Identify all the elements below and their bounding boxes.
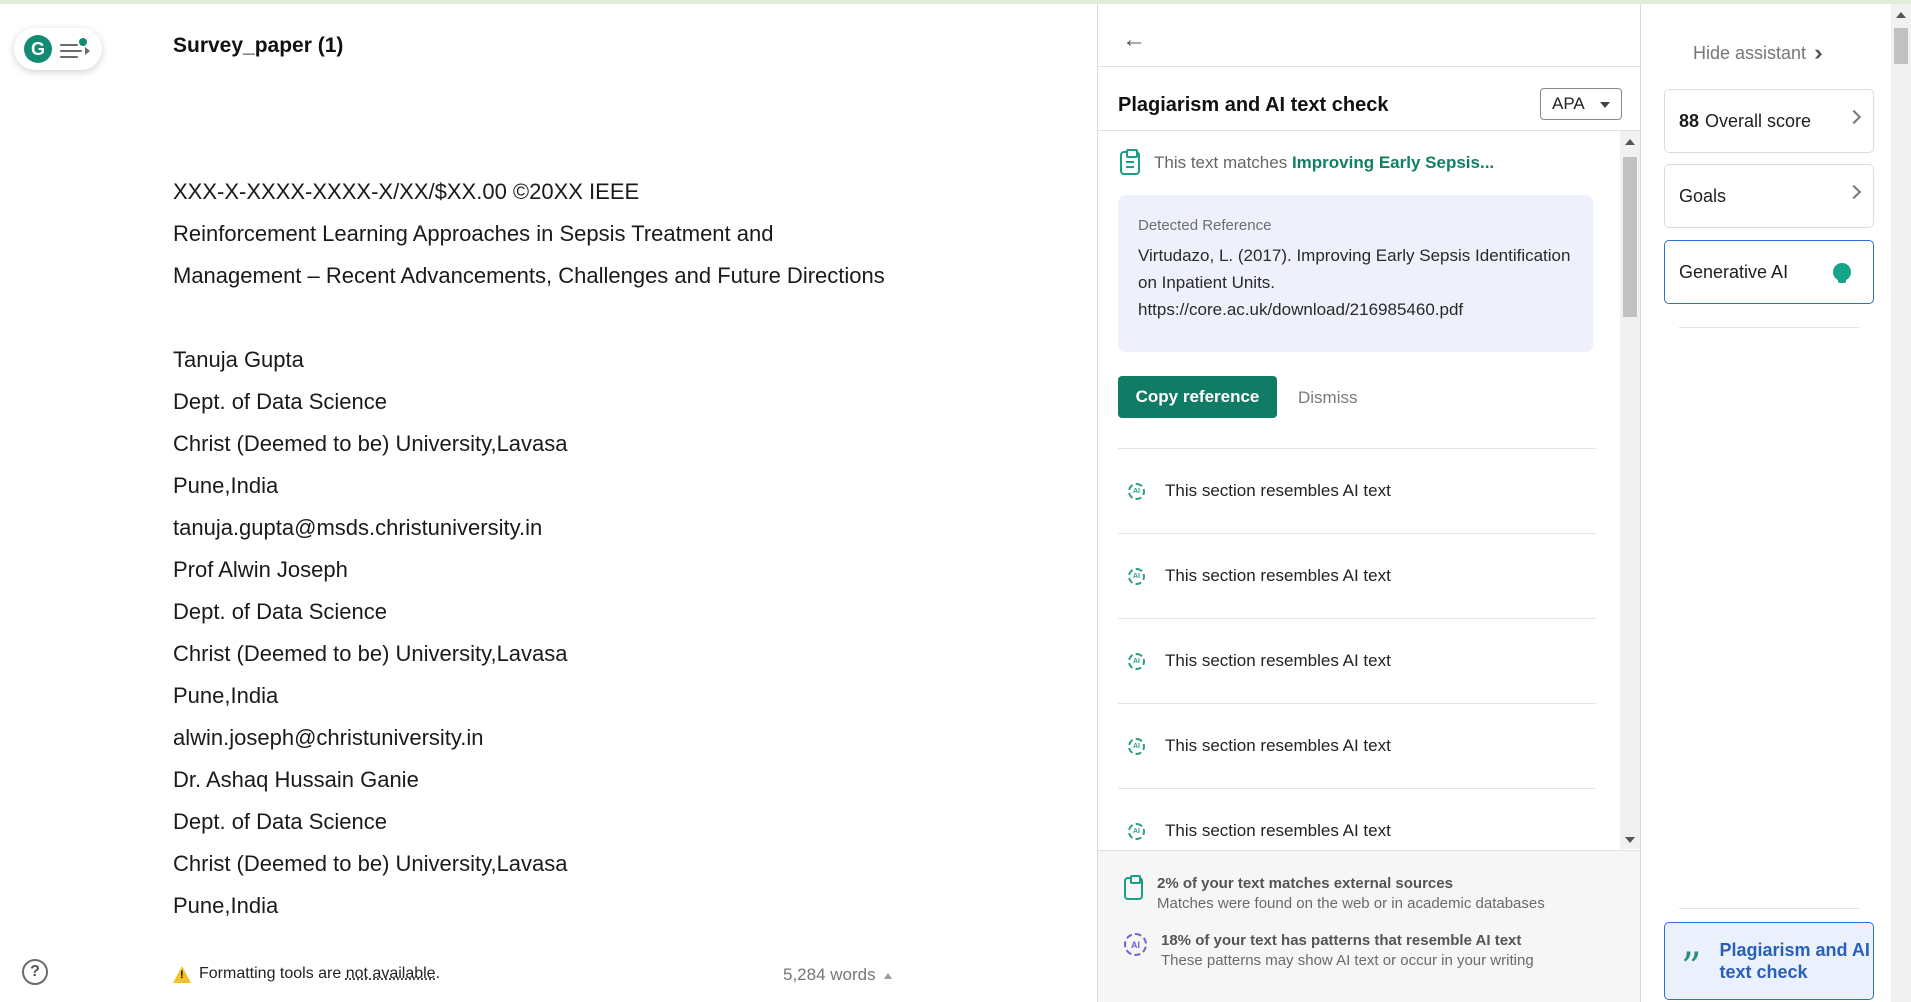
match-summary-desc: Matches were found on the web or in acad… bbox=[1157, 895, 1545, 912]
ai-icon: AI bbox=[1128, 737, 1145, 755]
doc-line: Dept. of Data Science bbox=[173, 809, 388, 834]
match-header[interactable]: This text matches Improving Early Sepsis… bbox=[1120, 149, 1495, 175]
plagiarism-check-card[interactable]: ” Plagiarism and AI text check bbox=[1664, 922, 1874, 1000]
scroll-up-icon[interactable] bbox=[1625, 139, 1635, 145]
doc-line: Christ (Deemed to be) University,Lavasa bbox=[173, 851, 568, 876]
clipboard-icon bbox=[1120, 149, 1140, 175]
ai-section-list: AI This section resembles AI text AI Thi… bbox=[1118, 448, 1596, 849]
doc-line: Pune,India bbox=[173, 473, 279, 498]
dropdown-arrow-icon bbox=[1600, 102, 1610, 108]
doc-line: Christ (Deemed to be) University,Lavasa bbox=[173, 431, 568, 456]
ai-icon: AI bbox=[1128, 567, 1145, 585]
ai-section-item[interactable]: AI This section resembles AI text bbox=[1118, 788, 1596, 849]
ai-section-item[interactable]: AI This section resembles AI text bbox=[1118, 618, 1596, 703]
doc-line: Management – Recent Advancements, Challe… bbox=[173, 263, 885, 288]
window-scrollbar[interactable] bbox=[1891, 4, 1911, 1002]
citation-style-select[interactable]: APA bbox=[1540, 88, 1622, 120]
bulb-icon bbox=[1833, 263, 1851, 283]
warning-icon bbox=[173, 965, 191, 983]
generative-ai-label: Generative AI bbox=[1679, 261, 1789, 282]
caret-up-icon bbox=[883, 972, 892, 979]
formatting-notice-text: Formatting tools are not available. bbox=[199, 965, 441, 982]
ai-icon: AI bbox=[1128, 652, 1145, 670]
quote-icon: ” bbox=[1681, 945, 1702, 991]
doc-line: Pune,India bbox=[173, 683, 279, 708]
doc-line: Tanuja Gupta bbox=[173, 347, 304, 372]
doc-line: Dr. Ashaq Hussain Ganie bbox=[173, 767, 419, 792]
copy-reference-button[interactable]: Copy reference bbox=[1118, 376, 1277, 418]
overall-score-value: 88 bbox=[1679, 110, 1700, 131]
match-source: Improving Early Sepsis... bbox=[1291, 153, 1495, 172]
plagiarism-check-label: Plagiarism and AI text check bbox=[1719, 940, 1870, 982]
formatting-notice: Formatting tools are not available. bbox=[173, 965, 440, 983]
dismiss-button[interactable]: Dismiss bbox=[1298, 388, 1358, 408]
scroll-thumb[interactable] bbox=[1894, 28, 1908, 64]
doc-line: Dept. of Data Science bbox=[173, 389, 388, 414]
detected-reference-card: Detected Reference Virtudazo, L. (2017).… bbox=[1118, 195, 1593, 352]
ai-icon: AI bbox=[1128, 822, 1145, 840]
reference-label: Detected Reference bbox=[1138, 217, 1272, 234]
doc-line: XXX-X-XXXX-XXXX-X/XX/$XX.00 ©20XX IEEE bbox=[173, 179, 640, 204]
divider bbox=[1679, 908, 1859, 909]
doc-line: Prof Alwin Joseph bbox=[173, 557, 348, 582]
divider bbox=[1679, 327, 1859, 328]
chevron-right-icon bbox=[1846, 184, 1862, 200]
double-chevron-right-icon: ›› bbox=[1814, 40, 1822, 65]
ai-summary-desc: These patterns may show AI text or occur… bbox=[1161, 952, 1534, 969]
menu-icon[interactable] bbox=[60, 38, 90, 60]
panel-scrollbar[interactable] bbox=[1620, 131, 1640, 849]
help-icon[interactable]: ? bbox=[22, 959, 48, 985]
match-text: This text matches Improving Early Sepsis… bbox=[1154, 153, 1495, 172]
ai-section-item[interactable]: AI This section resembles AI text bbox=[1118, 533, 1596, 618]
panel-title: Plagiarism and AI text check bbox=[1118, 94, 1389, 116]
assistant-sidebar: Hide assistant ›› 88 Overall score Goals… bbox=[1641, 4, 1891, 1002]
back-arrow-icon[interactable]: ← bbox=[1122, 26, 1146, 54]
match-summary: 2% of your text matches external sources… bbox=[1124, 875, 1545, 912]
doc-line: Dept. of Data Science bbox=[173, 599, 388, 624]
plagiarism-panel: ← Plagiarism and AI text check APA This … bbox=[1097, 4, 1641, 1002]
doc-blank-line bbox=[173, 297, 1073, 339]
clipboard-icon bbox=[1124, 875, 1143, 900]
overall-score-card[interactable]: 88 Overall score bbox=[1664, 89, 1874, 153]
chevron-right-icon bbox=[1846, 109, 1862, 125]
ai-section-item[interactable]: AI This section resembles AI text bbox=[1118, 703, 1596, 788]
overall-score-label: Overall score bbox=[1705, 110, 1812, 131]
ai-summary: AI 18% of your text has patterns that re… bbox=[1124, 932, 1534, 969]
doc-line: Pune,India bbox=[173, 893, 279, 918]
ai-section-item[interactable]: AI This section resembles AI text bbox=[1118, 448, 1596, 533]
panel-summary-footer: 2% of your text matches external sources… bbox=[1098, 850, 1640, 1002]
ai-icon: AI bbox=[1128, 482, 1145, 500]
match-summary-title: 2% of your text matches external sources bbox=[1157, 875, 1453, 892]
word-count[interactable]: 5,284 words bbox=[783, 965, 892, 985]
doc-line: alwin.joseph@christuniversity.in bbox=[173, 725, 484, 750]
scroll-up-icon[interactable] bbox=[1896, 12, 1906, 18]
hide-assistant-button[interactable]: Hide assistant ›› bbox=[1693, 40, 1822, 66]
ai-icon: AI bbox=[1124, 933, 1147, 956]
doc-line: Christ (Deemed to be) University,Lavasa bbox=[173, 641, 568, 666]
grammarly-logo-icon: G bbox=[24, 35, 52, 63]
divider bbox=[1098, 66, 1640, 67]
doc-line: Reinforcement Learning Approaches in Sep… bbox=[173, 221, 774, 246]
grammarly-badge[interactable]: G bbox=[14, 28, 102, 70]
goals-label: Goals bbox=[1679, 185, 1727, 206]
scroll-thumb[interactable] bbox=[1623, 157, 1637, 317]
reference-text: Virtudazo, L. (2017). Improving Early Se… bbox=[1138, 246, 1571, 319]
doc-line: tanuja.gupta@msds.christuniversity.in bbox=[173, 515, 543, 540]
document-title[interactable]: Survey_paper (1) bbox=[173, 34, 343, 58]
formatting-not-available-link[interactable]: not available bbox=[346, 965, 436, 982]
ai-summary-title: 18% of your text has patterns that resem… bbox=[1161, 932, 1522, 949]
goals-card[interactable]: Goals bbox=[1664, 164, 1874, 228]
panel-results: This text matches Improving Early Sepsis… bbox=[1098, 131, 1618, 849]
editor-area[interactable]: G Survey_paper (1) XXX-X-XXXX-XXXX-X/XX/… bbox=[0, 4, 1097, 1002]
generative-ai-card[interactable]: Generative AI bbox=[1664, 240, 1874, 304]
scroll-down-icon[interactable] bbox=[1625, 837, 1635, 843]
doc-line: ashaq.ganie@mchristuniversity.in bbox=[173, 927, 1073, 939]
document-body[interactable]: XXX-X-XXXX-XXXX-X/XX/$XX.00 ©20XX IEEE R… bbox=[173, 171, 1073, 939]
